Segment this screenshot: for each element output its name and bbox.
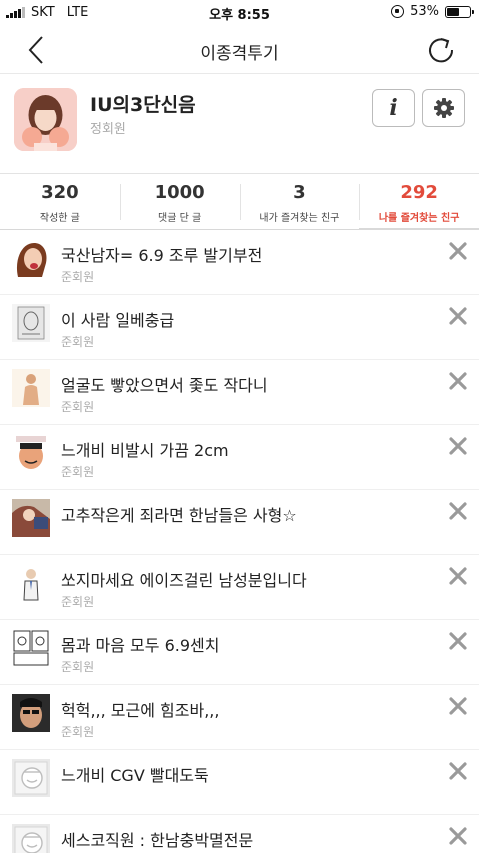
- friend-name: 헉헉,,, 모근에 힘조바,,,: [61, 701, 220, 720]
- remove-button[interactable]: [447, 760, 469, 782]
- friend-grade: 준회원: [61, 660, 95, 674]
- friend-avatar: [12, 304, 50, 342]
- stat-comments-label: 댓글 단 글: [158, 213, 202, 224]
- remove-button[interactable]: [447, 240, 469, 262]
- back-button[interactable]: [20, 34, 52, 66]
- friend-grade: 준회원: [61, 400, 95, 414]
- remove-button[interactable]: [447, 305, 469, 327]
- friend-grade: 준회원: [61, 465, 95, 479]
- remove-button[interactable]: [447, 825, 469, 847]
- stat-comments[interactable]: 1000 댓글 단 글: [119, 174, 240, 229]
- battery-percent: 53%: [410, 4, 439, 19]
- friend-name: 느개비 비발시 가끔 2cm: [61, 441, 229, 460]
- orientation-lock-icon: [391, 5, 405, 18]
- remove-button[interactable]: [447, 630, 469, 652]
- friend-grade: 준회원: [61, 270, 95, 284]
- friend-avatar: [12, 694, 50, 732]
- remove-button[interactable]: [447, 565, 469, 587]
- stat-followers-value: 292: [400, 182, 438, 203]
- page-title: 이종격투기: [200, 44, 279, 64]
- info-icon: i: [389, 95, 398, 121]
- list-item[interactable]: 헉헉,,, 모근에 힘조바,,, 준회원: [0, 685, 479, 750]
- friend-list: 국산남자= 6.9 조루 발기부전 준회원 이 사람 일베충급 준회원 얼굴도 …: [0, 230, 479, 853]
- friend-avatar: [12, 564, 50, 602]
- stat-posts-label: 작성한 글: [39, 213, 80, 224]
- remove-button[interactable]: [447, 435, 469, 457]
- stats-bar: 320 작성한 글 1000 댓글 단 글 3 내가 즐겨찾는 친구 292 나…: [0, 174, 479, 230]
- friend-grade: 준회원: [61, 595, 95, 609]
- list-item[interactable]: 쏘지마세요 에이즈걸린 남성분입니다 준회원: [0, 555, 479, 620]
- close-icon: [449, 502, 467, 520]
- avatar[interactable]: [14, 88, 77, 151]
- friend-avatar: [12, 239, 50, 277]
- list-item[interactable]: 국산남자= 6.9 조루 발기부전 준회원: [0, 230, 479, 295]
- network-label: LTE: [66, 5, 89, 20]
- friend-name: 얼굴도 빻았으면서 좇도 작다니: [61, 376, 268, 395]
- battery-fill: [447, 7, 459, 16]
- info-button[interactable]: i: [372, 89, 415, 127]
- list-item[interactable]: 느개비 비발시 가끔 2cm 준회원: [0, 425, 479, 490]
- close-icon: [449, 697, 467, 715]
- stat-comments-value: 1000: [154, 182, 205, 203]
- chevron-left-icon: [28, 36, 43, 64]
- nav-bar: 이종격투기: [0, 26, 479, 74]
- remove-button[interactable]: [447, 500, 469, 522]
- friend-grade: 준회원: [61, 335, 95, 349]
- default-avatar-icon: [12, 824, 50, 853]
- remove-button[interactable]: [447, 370, 469, 392]
- friend-avatar: [12, 434, 50, 472]
- status-left: SKT LTE: [6, 5, 88, 20]
- stat-following-label: 내가 즐겨찾는 친구: [259, 213, 340, 224]
- refresh-icon: [429, 38, 454, 63]
- stat-posts[interactable]: 320 작성한 글: [0, 174, 120, 229]
- remove-button[interactable]: [447, 695, 469, 717]
- friend-name: 국산남자= 6.9 조루 발기부전: [61, 246, 263, 265]
- close-icon: [449, 242, 467, 260]
- profile-name: IU의3단신음: [90, 94, 196, 116]
- stat-following-value: 3: [293, 182, 306, 203]
- close-icon: [449, 437, 467, 455]
- friend-avatar: [12, 499, 50, 537]
- default-avatar-icon: [12, 759, 50, 797]
- list-item[interactable]: 고추작은게 죄라면 한남들은 사형☆: [0, 490, 479, 555]
- close-icon: [449, 827, 467, 845]
- profile-header: IU의3단신음 정회원 i: [0, 74, 479, 174]
- stat-followers-label: 나를 즐겨찾는 친구: [378, 213, 460, 224]
- close-icon: [449, 372, 467, 390]
- carrier-label: SKT: [31, 5, 55, 20]
- friend-name: 고추작은게 죄라면 한남들은 사형☆: [61, 506, 297, 525]
- friend-name: 쏘지마세요 에이즈걸린 남성분입니다: [61, 571, 307, 590]
- list-item[interactable]: 얼굴도 빻았으면서 좇도 작다니 준회원: [0, 360, 479, 425]
- list-item[interactable]: 이 사람 일베충급 준회원: [0, 295, 479, 360]
- friend-avatar: [12, 629, 50, 667]
- close-icon: [449, 632, 467, 650]
- friend-avatar: [12, 369, 50, 407]
- profile-grade: 정회원: [90, 122, 126, 137]
- friend-avatar: [12, 759, 50, 797]
- gear-icon: [433, 98, 454, 118]
- list-item[interactable]: 세스코직원 : 한남충박멸전문: [0, 815, 479, 853]
- signal-icon: [6, 7, 25, 18]
- friend-grade: 준회원: [61, 725, 95, 739]
- settings-button[interactable]: [422, 89, 465, 127]
- close-icon: [449, 567, 467, 585]
- list-item[interactable]: 몸과 마음 모두 6.9센치 준회원: [0, 620, 479, 685]
- avatar-image: [14, 88, 77, 151]
- close-icon: [449, 307, 467, 325]
- refresh-button[interactable]: [425, 34, 457, 66]
- close-icon: [449, 762, 467, 780]
- stat-following[interactable]: 3 내가 즐겨찾는 친구: [239, 174, 360, 229]
- friend-name: 이 사람 일베충급: [61, 311, 175, 330]
- friend-name: 세스코직원 : 한남충박멸전문: [61, 831, 254, 850]
- friend-name: 느개비 CGV 빨대도둑: [61, 766, 209, 785]
- list-item[interactable]: 느개비 CGV 빨대도둑: [0, 750, 479, 815]
- battery-icon: [445, 5, 474, 18]
- stat-posts-value: 320: [41, 182, 79, 203]
- stat-followers[interactable]: 292 나를 즐겨찾는 친구: [359, 174, 479, 230]
- friend-avatar: [12, 824, 50, 853]
- friend-name: 몸과 마음 모두 6.9센치: [61, 636, 220, 655]
- status-right: 53%: [391, 4, 474, 19]
- status-bar: SKT LTE 오후 8:55 53%: [0, 0, 479, 26]
